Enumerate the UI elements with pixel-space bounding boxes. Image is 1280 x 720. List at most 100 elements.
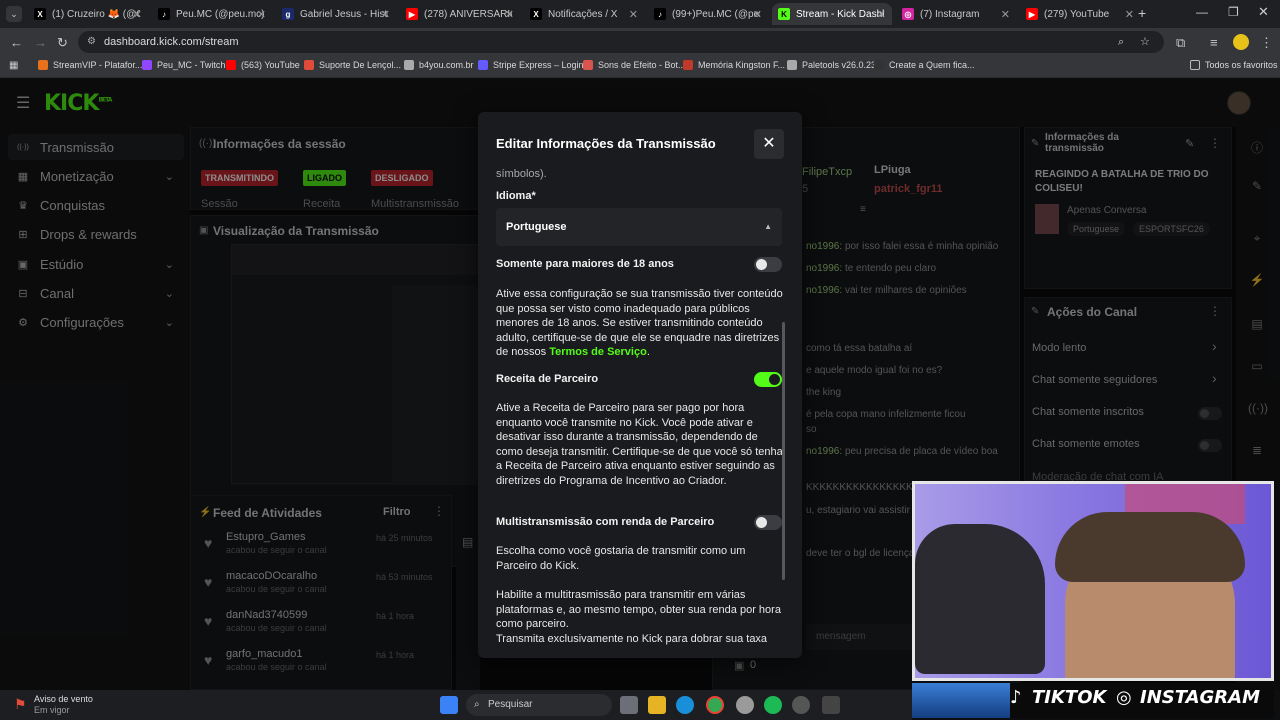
- instagram-icon: ◎: [1116, 687, 1132, 708]
- bookmark-item[interactable]: Stripe Express – Login: [478, 60, 584, 70]
- extensions-icon[interactable]: ⧉: [1176, 35, 1185, 51]
- language-value: Portuguese: [506, 221, 567, 233]
- site-info-icon[interactable]: ⚙: [87, 31, 96, 53]
- browser-tab[interactable]: g Gabriel Jesus - Históri✕: [276, 3, 396, 25]
- browser-tab[interactable]: ◎ (7) Instagram ✕: [896, 3, 1016, 25]
- menu-icon[interactable]: ⋮: [1260, 35, 1273, 51]
- bookmark-favicon-icon: [226, 60, 236, 70]
- tiktok-icon: ♪: [1010, 687, 1022, 708]
- all-favorites-label: Todos os favoritos: [1205, 60, 1278, 70]
- language-select[interactable]: Portuguese ▲▼: [496, 208, 782, 269]
- url-input[interactable]: ⚙ dashboard.kick.com/stream ⌕ ☆: [78, 31, 1164, 53]
- close-tab-icon[interactable]: ✕: [629, 8, 638, 21]
- tab-search-icon[interactable]: ⌄: [6, 6, 22, 22]
- terms-of-service-link[interactable]: Termos de Serviço: [549, 346, 647, 358]
- edge-icon[interactable]: [676, 696, 694, 714]
- obs-icon[interactable]: [822, 696, 840, 714]
- apps-grid-icon[interactable]: ▦: [9, 60, 18, 71]
- modal-scrollbar[interactable]: [782, 322, 785, 580]
- bookmark-label: Memória Kingston F...: [698, 60, 786, 70]
- browser-tab[interactable]: ▶ (279) YouTube ✕: [1020, 3, 1140, 25]
- bookmarks-bar: ▦ StreamVIP - Platafor... Peu_MC - Twitch…: [0, 56, 1280, 78]
- profile-avatar[interactable]: [1233, 34, 1249, 50]
- spotify-icon[interactable]: [764, 696, 782, 714]
- bookmark-item[interactable]: b4you.com.br: [404, 60, 474, 70]
- adult-only-toggle[interactable]: [754, 257, 782, 272]
- url-text: dashboard.kick.com/stream: [104, 36, 239, 48]
- youtube-icon: ▶: [406, 8, 418, 20]
- multistream-description-2: Habilite a multitrasmissão para transmit…: [496, 589, 781, 631]
- browser-tab[interactable]: ▶ (278) ANIVERSÁRIO D✕: [400, 3, 520, 25]
- instagram-icon: ◎: [902, 8, 914, 20]
- close-modal-button[interactable]: ✕: [754, 129, 784, 159]
- zoom-icon[interactable]: ⌕: [1118, 31, 1124, 53]
- task-view-icon[interactable]: [620, 696, 638, 714]
- file-explorer-icon[interactable]: [648, 696, 666, 714]
- tab-title: Stream - Kick Dashbo: [796, 8, 884, 20]
- browser-tab[interactable]: X Notificações / X ✕: [524, 3, 644, 25]
- x-icon: X: [34, 8, 46, 20]
- new-tab-button[interactable]: +: [1138, 5, 1146, 21]
- address-bar: ← → ↻ ⚙ dashboard.kick.com/stream ⌕ ☆ ⧉ …: [0, 28, 1280, 56]
- bookmark-label: Suporte De Lençol...: [319, 60, 402, 70]
- close-tab-icon[interactable]: ✕: [1001, 8, 1010, 21]
- close-tab-icon[interactable]: ✕: [1125, 8, 1134, 21]
- browser-tab[interactable]: X (1) Cruzeiro 🦊 (@Cruz✕: [28, 3, 148, 25]
- close-tab-icon[interactable]: ✕: [381, 8, 390, 21]
- tab-title: Peu.MC (@peu.mc) | T: [176, 8, 264, 20]
- weather-alert-icon[interactable]: ⚑: [14, 696, 27, 713]
- bookmark-label: StreamVIP - Platafor...: [53, 60, 143, 70]
- bookmark-item[interactable]: (563) YouTube: [226, 60, 300, 70]
- minimize-icon[interactable]: —: [1196, 5, 1208, 19]
- close-tab-icon[interactable]: ✕: [753, 8, 762, 21]
- multistream-partner-toggle[interactable]: [754, 515, 782, 530]
- tab-title: (279) YouTube: [1044, 8, 1110, 20]
- maximize-icon[interactable]: ❐: [1228, 5, 1239, 19]
- partner-revenue-description: Ative a Receita de Parceiro para ser pag…: [496, 402, 783, 487]
- settings-icon[interactable]: [736, 696, 754, 714]
- browser-tab[interactable]: K Stream - Kick Dashbo ✕: [772, 3, 892, 25]
- bookmark-favicon-icon: [787, 60, 797, 70]
- close-tab-icon[interactable]: ✕: [877, 8, 886, 21]
- bookmark-item[interactable]: StreamVIP - Platafor...: [38, 60, 142, 70]
- close-tab-icon[interactable]: ✕: [505, 8, 514, 21]
- bookmark-item[interactable]: Create a Quem fica...: [874, 60, 975, 70]
- bookmark-item[interactable]: Sons de Efeito - Bot...: [583, 60, 686, 70]
- bookmark-star-icon[interactable]: ☆: [1140, 31, 1150, 53]
- all-favorites-folder[interactable]: Todos os favoritos: [1190, 60, 1278, 70]
- taskbar-search-label: Pesquisar: [488, 699, 533, 710]
- reload-icon[interactable]: ↻: [57, 35, 68, 51]
- github-icon[interactable]: [792, 696, 810, 714]
- bookmark-favicon-icon: [478, 60, 488, 70]
- kick-icon: K: [778, 8, 790, 20]
- bookmark-label: (563) YouTube: [241, 60, 300, 70]
- bookmark-item[interactable]: Paletools v26.0.23: [787, 60, 876, 70]
- bookmark-item[interactable]: Memória Kingston F...: [683, 60, 785, 70]
- close-tab-icon[interactable]: ✕: [257, 8, 266, 21]
- bookmark-item[interactable]: Peu_MC - Twitch: [142, 60, 225, 70]
- bookmark-label: Create a Quem fica...: [889, 60, 975, 70]
- adult-desc-end: .: [646, 346, 650, 359]
- webcam-overlay: [912, 481, 1274, 681]
- bookmark-label: Peu_MC - Twitch: [157, 60, 226, 70]
- tiktok-icon: ♪: [158, 8, 170, 20]
- bookmark-item[interactable]: Suporte De Lençol...: [304, 60, 401, 70]
- modal-title: Editar Informações da Transmissão: [496, 136, 716, 151]
- media-icon[interactable]: ≡: [1210, 35, 1218, 50]
- browser-tab[interactable]: ♪ (99+)Peu.MC (@peu.m✕: [648, 3, 768, 25]
- taskbar-search[interactable]: ⌕ Pesquisar: [466, 694, 612, 716]
- tab-title: (278) ANIVERSÁRIO D: [424, 8, 512, 20]
- bookmark-favicon-icon: [874, 60, 884, 70]
- chrome-icon[interactable]: [706, 696, 724, 714]
- close-tab-icon[interactable]: ✕: [133, 8, 142, 21]
- select-arrows-icon: ▲▼: [764, 222, 772, 269]
- modal-scroll-area[interactable]: símbolos). Idioma* Portuguese ▲▼ Somente…: [478, 168, 802, 658]
- tab-title: (1) Cruzeiro 🦊 (@Cruz: [52, 8, 140, 20]
- windows-start-icon[interactable]: [440, 696, 458, 714]
- forward-icon[interactable]: →: [34, 35, 47, 50]
- browser-tab[interactable]: ♪ Peu.MC (@peu.mc) | T✕: [152, 3, 272, 25]
- partner-revenue-toggle[interactable]: [754, 372, 782, 387]
- weather-title[interactable]: Aviso de vento: [34, 694, 93, 704]
- back-icon[interactable]: ←: [10, 35, 23, 50]
- close-window-icon[interactable]: ✕: [1258, 4, 1269, 20]
